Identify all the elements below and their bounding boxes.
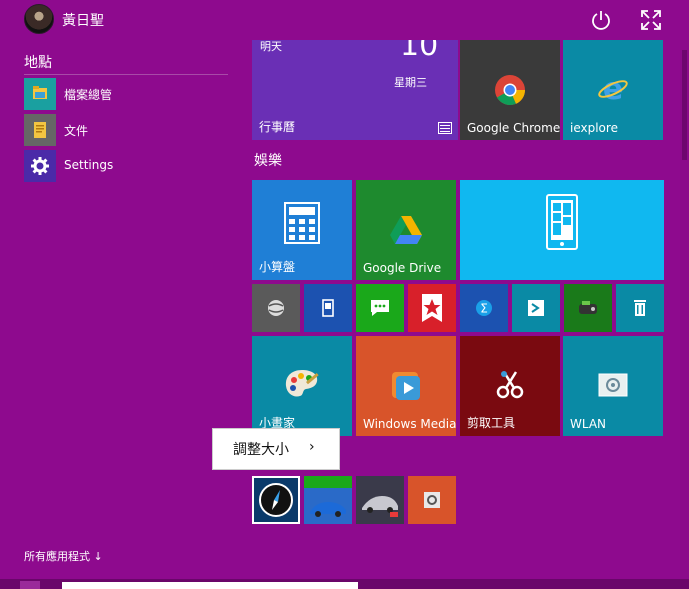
scissors-icon	[496, 371, 524, 399]
google-drive-icon	[390, 216, 422, 244]
chrome-icon	[495, 75, 526, 106]
calendar-date: 10	[400, 40, 439, 63]
compass-icon	[259, 483, 293, 517]
tile-label: Google Drive	[363, 261, 442, 275]
small-tile-7[interactable]	[564, 284, 612, 332]
file-explorer-icon	[24, 78, 56, 110]
tile-iexplore[interactable]: e iexplore	[563, 40, 663, 140]
taskbar	[0, 579, 689, 589]
svg-text:Σ: Σ	[480, 302, 488, 316]
tile-paint[interactable]: 小畫家	[252, 336, 352, 436]
left-item-label: 檔案總管	[64, 88, 113, 102]
tile-snipping-tool[interactable]: 剪取工具	[460, 336, 560, 436]
wlan-icon	[598, 373, 628, 397]
search-box[interactable]	[62, 582, 358, 589]
calculator-icon	[284, 202, 320, 244]
car-icon	[310, 502, 346, 517]
phone-icon	[322, 299, 334, 317]
game-icon	[579, 301, 597, 314]
tile-chrome[interactable]: Google Chrome	[460, 40, 560, 140]
tile-phone[interactable]	[460, 180, 664, 280]
tile-label: 剪取工具	[467, 416, 516, 430]
small-tile-5[interactable]: Σ	[460, 284, 508, 332]
left-item-documents[interactable]: 文件	[24, 114, 234, 146]
star-icon	[422, 294, 442, 322]
tile-calendar[interactable]: 明天 10 星期三 行事曆	[252, 40, 458, 140]
left-item-settings[interactable]: Settings	[24, 150, 234, 182]
chevron-right-icon: ›	[309, 439, 315, 455]
left-item-file-explorer[interactable]: 檔案總管	[24, 78, 234, 110]
trash-icon	[634, 300, 646, 316]
racing-game-tile-1[interactable]	[304, 476, 352, 524]
tile-label: iexplore	[570, 121, 618, 135]
compass-tile[interactable]	[252, 476, 300, 524]
tile-label: WLAN	[570, 417, 607, 431]
context-menu-resize[interactable]: 調整大小 ›	[212, 428, 340, 470]
car-icon	[362, 496, 398, 517]
divider	[24, 74, 228, 75]
power-icon[interactable]	[590, 9, 612, 31]
expand-icon[interactable]	[640, 9, 662, 31]
paint-palette-icon	[285, 370, 319, 397]
small-tile-6[interactable]	[512, 284, 560, 332]
context-menu-label: 調整大小	[233, 442, 289, 458]
globe-icon	[268, 300, 284, 316]
all-apps-link[interactable]: 所有應用程式 ↓	[24, 548, 103, 564]
tile-google-drive[interactable]: Google Drive	[356, 180, 456, 280]
documents-icon	[24, 114, 56, 146]
gear-icon	[24, 150, 56, 182]
phone-icon	[546, 194, 578, 250]
tile-windows-media[interactable]: Windows Media	[356, 336, 456, 436]
tile-wlan[interactable]: WLAN	[563, 336, 663, 436]
start-button[interactable]	[20, 581, 40, 589]
tile-label: Windows Media	[363, 417, 456, 431]
small-tile-8[interactable]	[616, 284, 664, 332]
tile-calculator[interactable]: 小算盤	[252, 180, 352, 280]
tile-label: 小算盤	[259, 260, 296, 274]
media-player-icon	[392, 372, 420, 400]
user-avatar[interactable]	[24, 4, 54, 34]
tile-label: Google Chrome	[467, 121, 560, 135]
calendar-icon	[438, 122, 452, 134]
tile-banner	[304, 476, 352, 488]
group-label-entertainment[interactable]: 娛樂	[254, 150, 282, 170]
ie-icon: e	[598, 72, 628, 104]
calendar-weekday: 星期三	[394, 76, 427, 89]
start-header: 黃日聖	[0, 0, 689, 40]
scrollbar-thumb[interactable]	[682, 50, 687, 160]
small-tile-4[interactable]	[408, 284, 456, 332]
left-item-label: Settings	[64, 158, 114, 172]
left-item-label: 文件	[64, 124, 89, 138]
app-icon	[528, 300, 544, 316]
calendar-day-text: 明天	[260, 40, 282, 53]
places-heading: 地點	[24, 55, 52, 71]
small-tile-3[interactable]	[356, 284, 404, 332]
tile-label: 行事曆	[259, 120, 296, 134]
settings-app-tile[interactable]	[408, 476, 456, 524]
sigma-icon: Σ	[476, 300, 492, 316]
small-tile-1[interactable]	[252, 284, 300, 332]
small-tile-2[interactable]	[304, 284, 352, 332]
user-name[interactable]: 黃日聖	[62, 10, 104, 30]
racing-game-tile-2[interactable]	[356, 476, 404, 524]
gear-icon	[424, 492, 440, 508]
chat-icon	[371, 300, 389, 316]
